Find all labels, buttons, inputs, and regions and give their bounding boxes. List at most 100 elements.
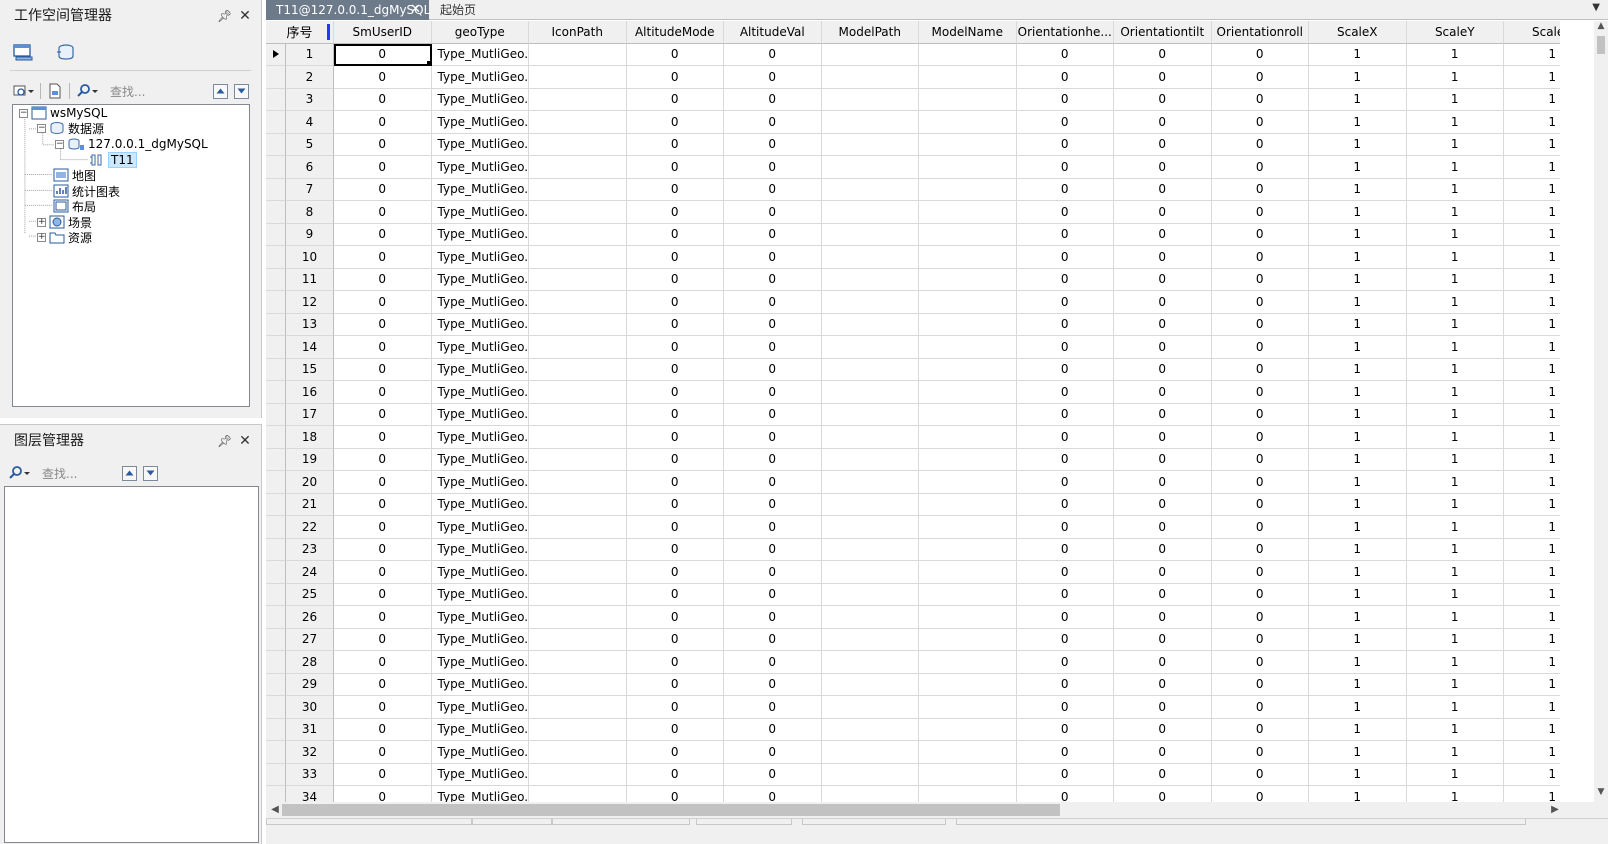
tree-item-datasources[interactable]: − 数据源 [37, 120, 104, 136]
table-cell[interactable]: 0 [1114, 426, 1212, 449]
table-cell[interactable]: 0 [334, 538, 432, 561]
table-cell[interactable] [919, 246, 1017, 269]
table-cell[interactable]: 0 [1114, 201, 1212, 224]
table-cell[interactable]: 0 [1114, 66, 1212, 89]
table-cell[interactable]: 0 [724, 66, 822, 89]
table-cell[interactable] [919, 493, 1017, 516]
table-cell[interactable] [529, 538, 627, 561]
table-cell[interactable]: 0 [626, 696, 724, 719]
table-cell[interactable] [821, 426, 919, 449]
column-header[interactable]: AltitudeVal [724, 21, 822, 44]
row-selector[interactable] [266, 718, 286, 741]
table-cell[interactable]: 0 [724, 741, 822, 764]
table-cell[interactable]: 0 [334, 583, 432, 606]
table-cell[interactable]: 1 [1309, 133, 1407, 156]
table-cell[interactable]: 0 [334, 223, 432, 246]
table-cell[interactable]: 0 [626, 583, 724, 606]
table-row[interactable]: 22 0 Type_MutliGeo... 0 0 0 0 0 1 1 1 [266, 516, 1560, 539]
table-cell[interactable]: 0 [1211, 381, 1309, 404]
table-cell[interactable] [529, 516, 627, 539]
table-cell[interactable]: 1 [1504, 89, 1560, 111]
table-cell[interactable]: 0 [1211, 673, 1309, 696]
table-cell[interactable]: 0 [1211, 538, 1309, 561]
column-header[interactable]: ScaleY [1406, 21, 1504, 44]
table-cell[interactable]: 1 [1504, 44, 1560, 66]
table-cell[interactable]: 0 [724, 786, 822, 802]
expand-icon[interactable]: + [37, 232, 46, 242]
row-selector[interactable] [266, 403, 286, 426]
table-row[interactable]: 10 0 Type_MutliGeo... 0 0 0 0 0 1 1 1 [266, 246, 1560, 269]
vertical-scroll-thumb[interactable] [1597, 36, 1605, 54]
table-cell[interactable] [821, 201, 919, 224]
table-cell[interactable]: 0 [1114, 246, 1212, 269]
table-cell[interactable]: 1 [1309, 156, 1407, 179]
table-row[interactable]: 9 0 Type_MutliGeo... 0 0 0 0 0 1 1 1 [266, 223, 1560, 246]
table-cell[interactable]: 1 [1504, 336, 1560, 359]
workspace-view-icon[interactable] [10, 40, 36, 64]
table-cell[interactable]: 0 [1016, 291, 1114, 314]
table-cell[interactable]: 1 [1406, 606, 1504, 629]
row-selector[interactable] [266, 538, 286, 561]
collapse-icon[interactable]: − [37, 123, 46, 133]
table-cell[interactable]: 0 [1211, 493, 1309, 516]
table-cell[interactable]: 0 [334, 426, 432, 449]
table-cell[interactable]: 1 [1504, 224, 1560, 246]
table-row[interactable]: 14 0 Type_MutliGeo... 0 0 0 0 0 1 1 1 [266, 336, 1560, 359]
find-previous-button[interactable] [213, 83, 228, 99]
table-cell[interactable]: 0 [1016, 426, 1114, 449]
table-cell[interactable]: 0 [1211, 66, 1309, 89]
table-cell[interactable] [821, 313, 919, 336]
table-cell[interactable]: 1 [1406, 156, 1504, 179]
table-cell[interactable]: 0 [1114, 448, 1212, 471]
table-cell[interactable] [919, 156, 1017, 179]
row-selector[interactable] [266, 426, 286, 449]
row-selector[interactable] [266, 336, 286, 359]
table-cell[interactable] [919, 43, 1017, 66]
table-cell[interactable] [821, 336, 919, 359]
table-cell[interactable]: 1 [1309, 763, 1407, 786]
table-cell[interactable] [919, 628, 1017, 651]
table-cell[interactable] [821, 696, 919, 719]
table-cell[interactable]: 1 [1309, 246, 1407, 269]
table-cell[interactable]: 0 [1016, 741, 1114, 764]
table-row[interactable]: 5 0 Type_MutliGeo... 0 0 0 0 0 1 1 1 [266, 133, 1560, 156]
table-row[interactable]: 28 0 Type_MutliGeo... 0 0 0 0 0 1 1 1 [266, 651, 1560, 674]
row-selector[interactable] [266, 493, 286, 516]
row-selector[interactable] [266, 201, 286, 224]
table-cell[interactable]: Type_MutliGeo... [431, 673, 529, 696]
table-cell[interactable] [529, 88, 627, 111]
table-cell[interactable]: 0 [334, 66, 432, 89]
table-cell[interactable]: 0 [626, 471, 724, 494]
table-cell[interactable]: 0 [626, 651, 724, 674]
table-row[interactable]: 13 0 Type_MutliGeo... 0 0 0 0 0 1 1 1 [266, 313, 1560, 336]
table-cell[interactable]: Type_MutliGeo... [431, 291, 529, 314]
table-cell[interactable] [529, 628, 627, 651]
table-cell[interactable]: 1 [1504, 606, 1560, 629]
table-cell[interactable]: 0 [626, 313, 724, 336]
row-selector[interactable] [266, 516, 286, 539]
table-cell[interactable]: 0 [1114, 223, 1212, 246]
table-cell[interactable]: Type_MutliGeo... [431, 718, 529, 741]
table-cell[interactable]: 1 [1504, 674, 1560, 696]
table-cell[interactable]: 1 [1309, 448, 1407, 471]
table-row[interactable]: 8 0 Type_MutliGeo... 0 0 0 0 0 1 1 1 [266, 201, 1560, 224]
column-header[interactable]: ScaleX [1309, 21, 1407, 44]
table-cell[interactable]: 1 [1406, 448, 1504, 471]
column-header[interactable]: Orientationroll [1211, 21, 1309, 44]
table-cell[interactable]: 0 [1211, 651, 1309, 674]
table-cell[interactable]: 0 [1211, 223, 1309, 246]
table-cell[interactable] [919, 448, 1017, 471]
table-cell[interactable]: 0 [1114, 403, 1212, 426]
table-cell[interactable]: 1 [1504, 156, 1560, 179]
table-cell[interactable] [821, 178, 919, 201]
close-icon[interactable]: ✕ [239, 425, 251, 457]
table-cell[interactable]: 0 [626, 538, 724, 561]
layer-visibility-dropdown-icon[interactable] [12, 81, 34, 101]
table-cell[interactable] [822, 786, 919, 802]
table-cell[interactable]: 0 [1016, 178, 1114, 201]
table-cell[interactable]: 0 [724, 493, 822, 516]
table-cell[interactable]: 0 [334, 358, 432, 381]
table-cell[interactable]: 0 [334, 673, 432, 696]
table-cell[interactable]: 0 [724, 651, 822, 674]
table-cell[interactable]: 0 [1016, 223, 1114, 246]
